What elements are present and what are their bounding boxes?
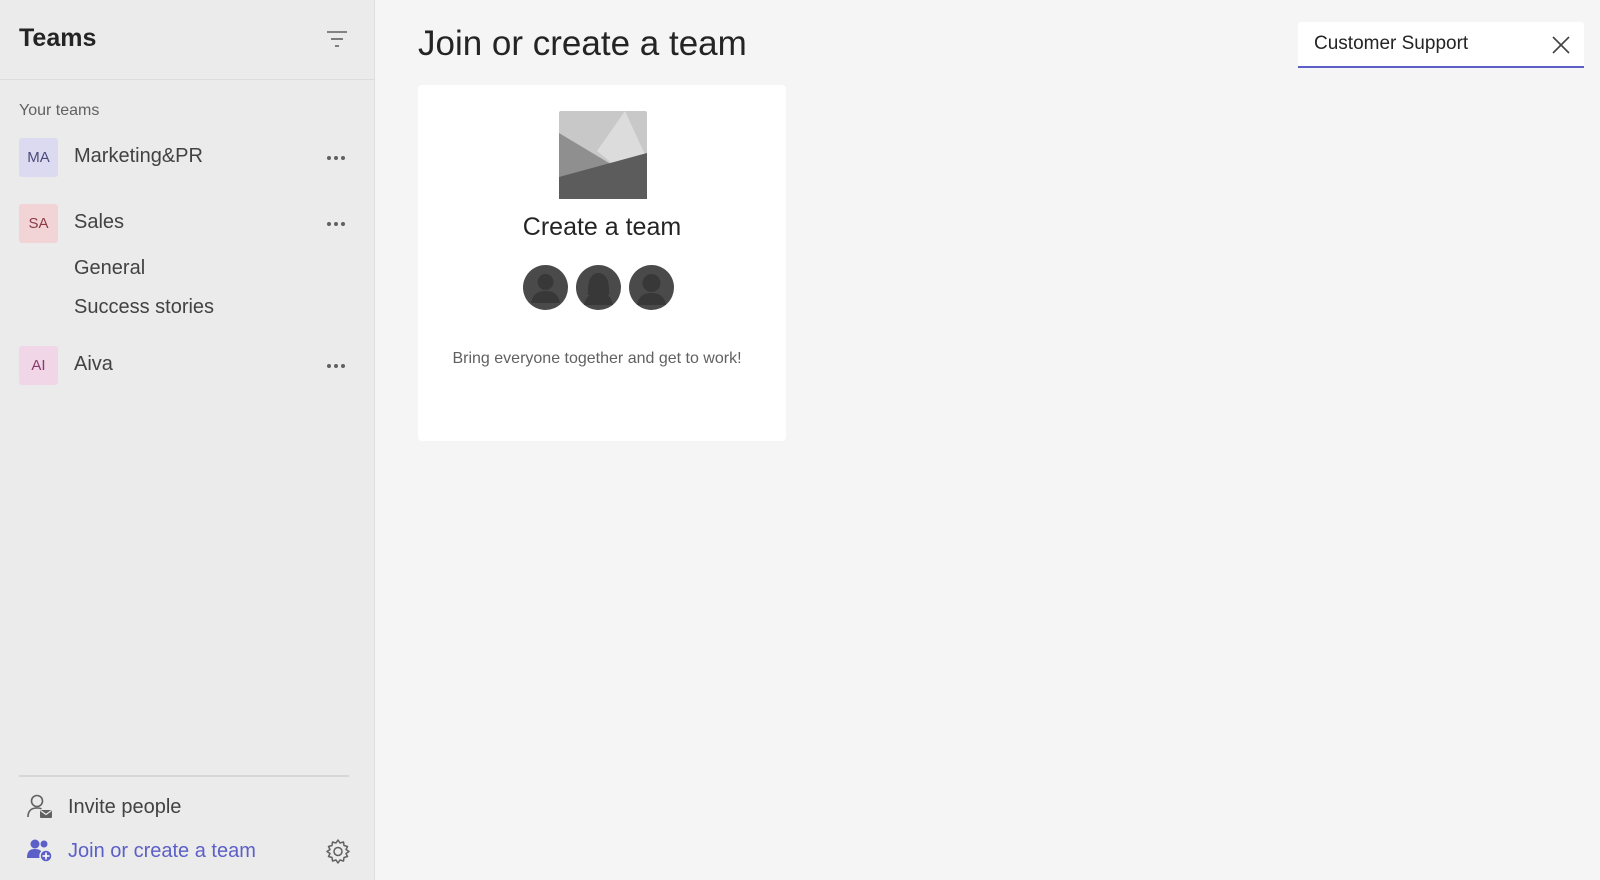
create-team-title: Create a team <box>522 213 682 241</box>
person-icon <box>629 265 674 310</box>
channel-item-general[interactable]: General <box>74 257 145 280</box>
create-team-card[interactable]: Create a team Bring everyone together an… <box>418 85 786 441</box>
person-icon <box>576 265 621 310</box>
sidebar-divider <box>19 775 349 777</box>
team-name: Marketing&PR <box>74 145 203 167</box>
page-title: Join or create a team <box>418 24 747 63</box>
team-name: Sales <box>74 211 125 233</box>
team-item-marketing-pr[interactable]: MA Marketing&PR <box>0 138 375 178</box>
people-avatars <box>523 265 683 311</box>
close-icon[interactable] <box>1550 34 1572 56</box>
channel-item-success-stories[interactable]: Success stories <box>74 296 214 319</box>
your-teams-label: Your teams <box>19 102 100 119</box>
join-or-create-team-button[interactable]: Join or create a team <box>26 834 326 868</box>
more-options-icon[interactable] <box>322 144 350 170</box>
team-avatar: SA <box>19 204 58 243</box>
create-team-description: Bring everyone together and get to work! <box>452 350 742 367</box>
more-options-icon[interactable] <box>322 210 350 236</box>
teams-app: Teams Your teams MA Marketing&PR SA Sale… <box>0 0 1600 880</box>
sidebar-header: Teams <box>0 0 375 80</box>
team-item-sales[interactable]: SA Sales <box>0 204 375 244</box>
person-mail-icon <box>27 794 52 818</box>
person-icon <box>523 265 568 310</box>
join-or-create-team-label: Join or create a team <box>68 840 256 862</box>
team-avatar: AI <box>19 346 58 385</box>
image-placeholder-icon <box>559 111 647 199</box>
filter-icon[interactable] <box>326 30 348 48</box>
people-add-icon <box>27 839 53 863</box>
search-box <box>1298 22 1584 68</box>
team-name: Aiva <box>74 353 113 375</box>
search-input[interactable] <box>1314 30 1536 58</box>
team-item-aiva[interactable]: AI Aiva <box>0 346 375 386</box>
sidebar-title: Teams <box>19 24 97 52</box>
sidebar: Teams Your teams MA Marketing&PR SA Sale… <box>0 0 375 880</box>
more-options-icon[interactable] <box>322 352 350 378</box>
invite-people-label: Invite people <box>68 796 182 818</box>
invite-people-button[interactable]: Invite people <box>26 790 326 824</box>
gear-icon[interactable] <box>325 838 351 864</box>
team-avatar: MA <box>19 138 58 177</box>
